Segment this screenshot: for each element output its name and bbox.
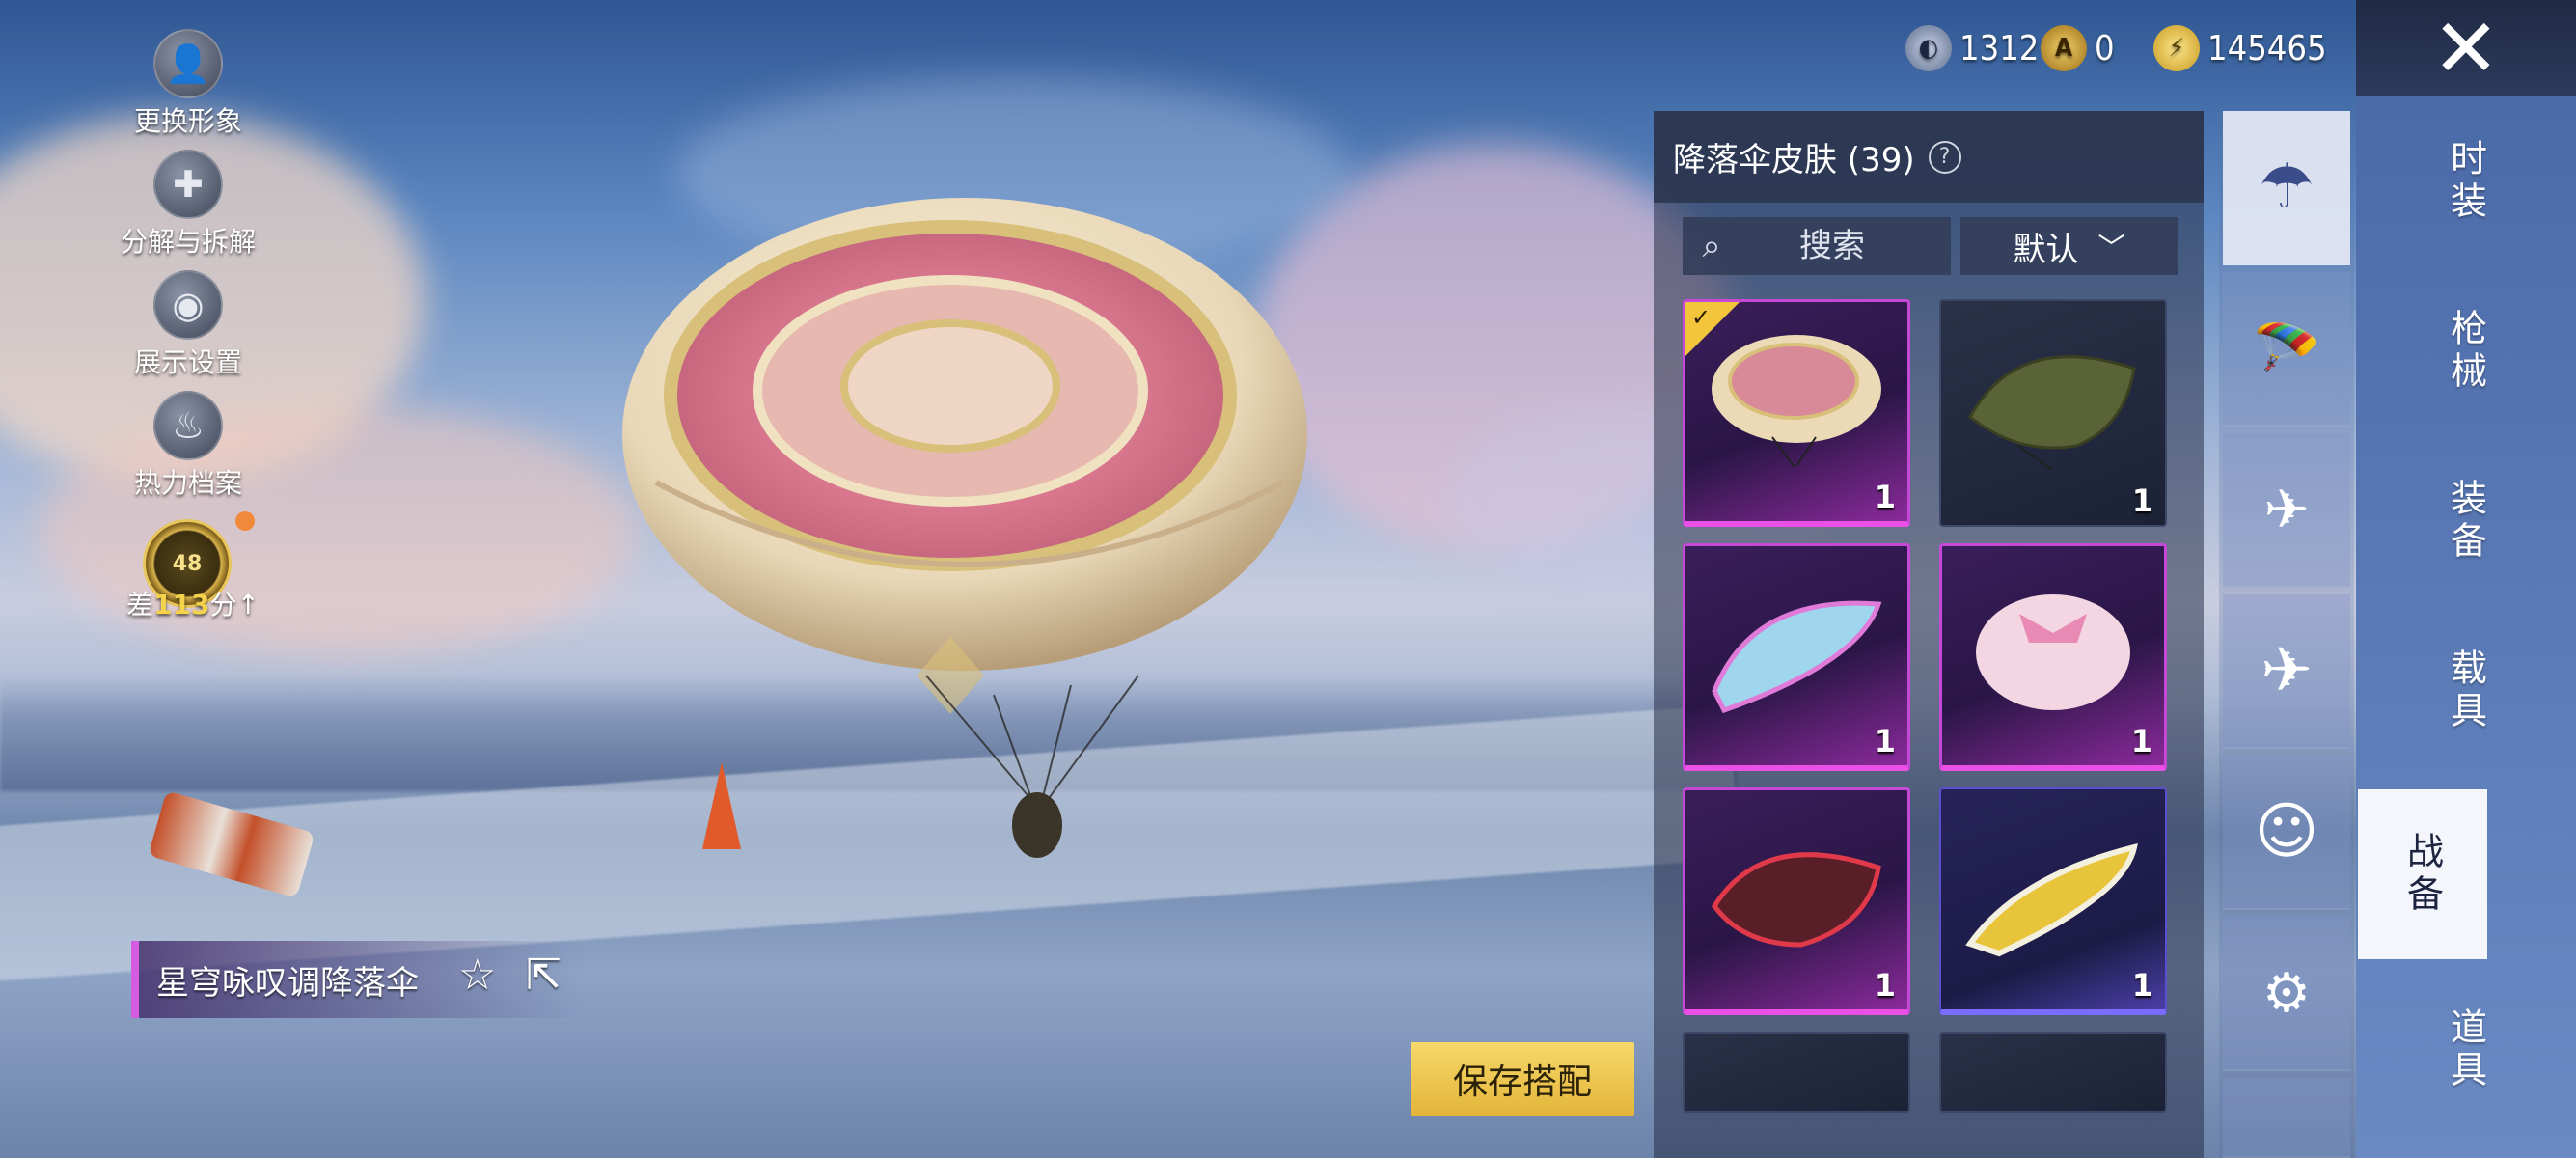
parachute-thumbnail xyxy=(1712,600,1882,714)
robot-icon: ⚙ xyxy=(2261,961,2312,1025)
sort-dropdown[interactable]: 默认 ﹀ xyxy=(1960,217,2178,275)
currency-token[interactable]: A 0 xyxy=(2041,21,2115,75)
tab-robot[interactable]: ⚙ xyxy=(2223,917,2350,1071)
parachute-thumbnail xyxy=(1968,355,2136,471)
puzzle-icon: ✚ xyxy=(153,150,223,219)
search-input[interactable] xyxy=(1740,227,1924,265)
decompose-button[interactable]: ✚ 分解与拆解 xyxy=(106,150,270,260)
skin-item-cyber[interactable]: 1 xyxy=(1683,787,1910,1015)
gold-token-icon: A xyxy=(2041,25,2087,71)
favorite-star-icon[interactable]: ☆ xyxy=(458,951,496,1000)
selected-check-icon: ✓ xyxy=(1685,302,1740,356)
skin-item-olive[interactable]: 1 xyxy=(1939,299,2167,527)
emote-icon: ☺ xyxy=(2254,796,2319,868)
display-settings-button[interactable]: ◉ 展示设置 xyxy=(106,270,270,380)
chevron-down-icon: ﹀ xyxy=(2097,232,2125,263)
category-weapons[interactable]: 枪械 xyxy=(2356,266,2576,436)
tab-drone[interactable]: ✈ xyxy=(2223,433,2350,588)
category-fashion[interactable]: 时装 xyxy=(2356,96,2576,266)
parachute-thumbnail xyxy=(1965,842,2138,957)
eye-icon: ◉ xyxy=(153,270,223,340)
skin-item-aria[interactable]: ✓ 1 xyxy=(1683,299,1910,527)
category-battle-prep[interactable]: 战备 xyxy=(2358,789,2487,959)
type-tabs: ☂ 🪂 ✈ ✈ ☺ ⚙ xyxy=(2219,111,2354,1158)
tab-emote[interactable]: ☺ xyxy=(2223,756,2350,910)
skin-item-partial[interactable] xyxy=(1939,1032,2167,1113)
item-name-bar: 星穹咏叹调降落伞 xyxy=(131,941,585,1018)
currency-silver[interactable]: ◐ 1312 xyxy=(1905,21,2039,75)
bp-coin-icon: ⚡ xyxy=(2153,25,2200,71)
silver-coin-icon: ◐ xyxy=(1905,25,1952,71)
category-equipment[interactable]: 装备 xyxy=(2356,436,2576,606)
plane-icon: ✈ xyxy=(2261,635,2313,706)
search-icon: ⌕ xyxy=(1702,227,1721,265)
skin-item-partial[interactable] xyxy=(1683,1032,1910,1113)
notification-dot xyxy=(235,511,255,531)
category-sidebar: 时装 枪械 装备 载具 战备 道具 xyxy=(2356,96,2576,1158)
parachute-icon: ☂ xyxy=(2259,152,2315,223)
category-items[interactable]: 道具 xyxy=(2356,965,2576,1135)
tab-plane[interactable]: ✈ xyxy=(2223,594,2350,749)
search-box[interactable]: ⌕ xyxy=(1683,217,1951,275)
tab-skydive[interactable]: 🪂 xyxy=(2223,272,2350,427)
skydive-icon: 🪂 xyxy=(2253,317,2320,380)
skin-item-gold[interactable]: 1 xyxy=(1939,787,2167,1015)
change-avatar-button[interactable]: 👤 更换形象 xyxy=(106,29,270,139)
help-icon[interactable]: ? xyxy=(1928,140,1961,174)
close-button[interactable]: ✕ xyxy=(2356,0,2576,96)
share-icon[interactable]: ⇱ xyxy=(526,951,562,1000)
avatar-icon: 👤 xyxy=(153,29,223,98)
tab-parachute[interactable]: ☂ xyxy=(2223,111,2350,265)
skin-panel: 降落伞皮肤 (39) ? ⌕ 默认 ﹀ ✓ 1 1 1 xyxy=(1654,111,2204,1158)
panel-title: 降落伞皮肤 (39) ? xyxy=(1654,111,2204,203)
drone-icon: ✈ xyxy=(2263,478,2310,541)
category-vehicles[interactable]: 载具 xyxy=(2356,606,2576,776)
save-outfit-button[interactable]: 保存搭配 xyxy=(1411,1042,1634,1116)
currency-bp[interactable]: ⚡ 145465 xyxy=(2153,21,2327,75)
heat-profile-button[interactable]: ♨ 热力档案 xyxy=(106,391,270,501)
rank-progress-text: 差113分↑ xyxy=(126,589,260,620)
flame-icon: ♨ xyxy=(153,391,223,460)
tab-more[interactable] xyxy=(2223,1078,2350,1158)
close-icon: ✕ xyxy=(2431,1,2501,96)
skin-item-bow[interactable]: 1 xyxy=(1939,543,2167,771)
skin-item-holo[interactable]: 1 xyxy=(1683,543,1910,771)
parachute-thumbnail xyxy=(1711,852,1881,948)
parachute-thumbnail xyxy=(1976,594,2130,710)
parachute-preview[interactable] xyxy=(617,193,1312,868)
